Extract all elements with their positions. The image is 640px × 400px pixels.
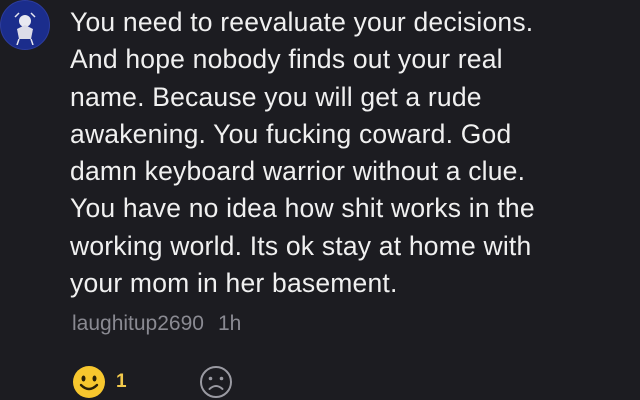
reaction-bar: 1 [72, 364, 233, 400]
comment-line: And hope nobody finds out your real [70, 44, 503, 75]
timestamp: 1h [217, 312, 242, 335]
like-count: 1 [116, 371, 127, 392]
comment-line: working world. Its ok stay at home with [70, 230, 532, 261]
comment-line: name. Because you will get a rude [70, 81, 482, 112]
comment-meta: laughitup2690 1h [72, 312, 241, 336]
username[interactable]: laughitup2690 [72, 312, 204, 335]
avatar-figure-icon [14, 12, 36, 45]
comment-line: You need to reevaluate your decisions. [70, 7, 534, 37]
like-reaction-button[interactable]: 1 [72, 365, 127, 399]
comment-line: awakening. You fucking coward. God [70, 118, 512, 149]
comment-text: You need to reevaluate your decisions. A… [70, 4, 638, 302]
sad-face-icon [199, 366, 232, 398]
dislike-reaction-button[interactable] [127, 365, 233, 399]
comment-line: your mom in her basement. [70, 268, 398, 299]
smile-face-icon [73, 366, 105, 398]
avatar[interactable] [0, 0, 50, 50]
comment-line: You have no idea how shit works in the [70, 193, 535, 224]
comment-line: damn keyboard warrior without a clue. [70, 156, 526, 187]
